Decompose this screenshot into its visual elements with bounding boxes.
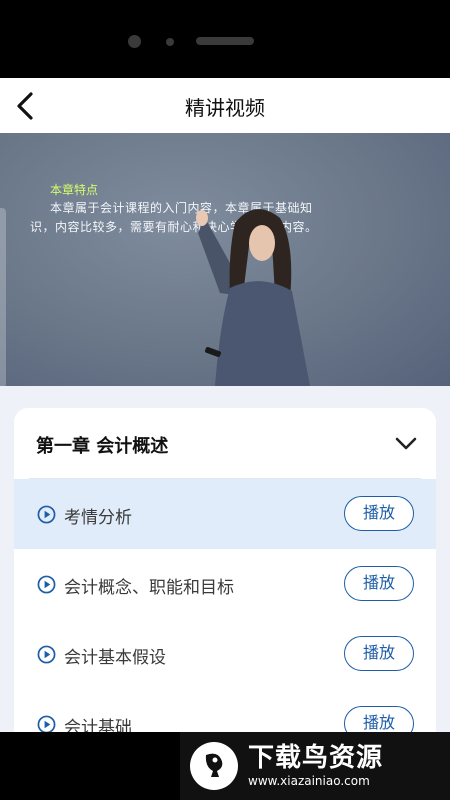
lesson-title: 会计概念、职能和目标 <box>64 578 234 598</box>
speaker-grille <box>196 37 254 45</box>
play-circle-icon <box>37 715 56 732</box>
lesson-title: 考情分析 <box>64 508 132 528</box>
lesson-row[interactable]: 会计基本假设 播放 <box>14 619 436 689</box>
watermark-text: 下载鸟资源 www.xiazainiao.com <box>248 743 383 789</box>
watermark-url: www.xiazainiao.com <box>248 774 370 788</box>
video-caption-title: 本章特点 <box>50 183 99 197</box>
lesson-row[interactable]: 会计概念、职能和目标 播放 <box>14 549 436 619</box>
top-nav-bar: 精讲视频 <box>0 78 450 133</box>
play-circle-icon <box>37 505 56 524</box>
watermark-banner: 下载鸟资源 www.xiazainiao.com <box>180 732 450 800</box>
page-title: 精讲视频 <box>185 96 265 120</box>
lesson-title: 会计基本假设 <box>64 648 166 668</box>
sensor-dot <box>166 38 174 46</box>
lesson-row[interactable]: 会计基础 播放 <box>14 689 436 732</box>
phone-top-bezel <box>0 0 450 78</box>
presenter-figure <box>196 209 310 386</box>
chapter-card: 第一章 会计概述 考情分析 播放 会计概念、职能和目标 播放 会计基本假设 播放… <box>14 408 436 732</box>
play-button[interactable]: 播放 <box>344 566 414 601</box>
chapter-header[interactable]: 第一章 会计概述 <box>14 408 436 478</box>
play-button[interactable]: 播放 <box>344 706 414 732</box>
play-button[interactable]: 播放 <box>344 496 414 531</box>
phone-bottom-bezel: 下载鸟资源 www.xiazainiao.com <box>0 732 450 800</box>
chapter-title: 第一章 会计概述 <box>36 436 169 457</box>
app-screen: 精讲视频 本章特点 本章属于会计课程的入门内容，本章属于基础知 识，内容比较多，… <box>0 78 450 732</box>
side-drag-handle[interactable] <box>0 208 6 386</box>
camera-dot <box>128 35 141 48</box>
lesson-title: 会计基础 <box>64 718 132 732</box>
video-player[interactable]: 本章特点 本章属于会计课程的入门内容，本章属于基础知 识，内容比较多，需要有耐心… <box>0 133 450 386</box>
bird-logo-icon <box>190 742 238 790</box>
lesson-row[interactable]: 考情分析 播放 <box>14 479 436 549</box>
play-circle-icon <box>37 575 56 594</box>
chevron-down-icon[interactable] <box>394 434 418 454</box>
play-circle-icon <box>37 645 56 664</box>
play-button[interactable]: 播放 <box>344 636 414 671</box>
watermark-title: 下载鸟资源 <box>248 743 384 773</box>
